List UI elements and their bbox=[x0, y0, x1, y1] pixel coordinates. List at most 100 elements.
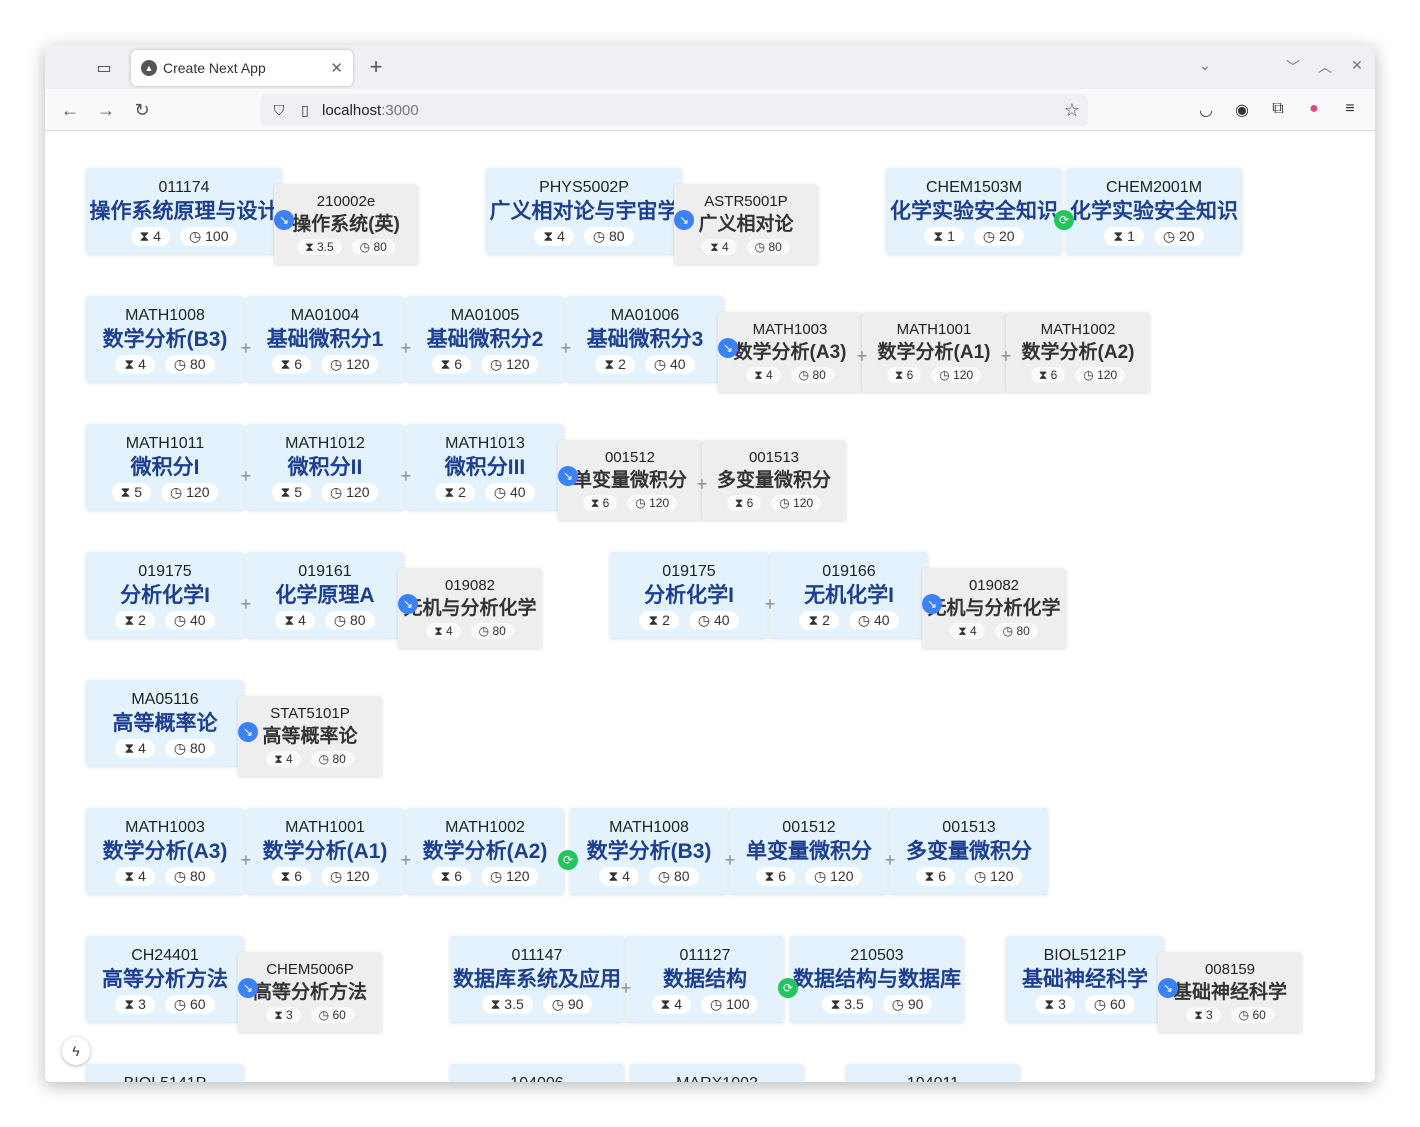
course-card[interactable]: 001513 多变量微积分 ⧗ 6 ◷ 120 bbox=[702, 440, 846, 520]
new-tab-button[interactable]: + bbox=[365, 54, 387, 79]
course-card[interactable]: MA01004 基础微积分1 ⧗ 6 ◷ 120 bbox=[246, 296, 404, 382]
course-card[interactable]: ASTR5001P 广义相对论 ⧗ 4 ◷ 80 bbox=[674, 184, 818, 264]
course-card[interactable]: MATH1011 微积分I ⧗ 5 ◷ 120 bbox=[86, 424, 244, 510]
course-code: CH24401 bbox=[131, 947, 199, 964]
course-card[interactable]: CHEM1503M 化学实验安全知识 ⧗ 1 ◷ 20 bbox=[886, 168, 1062, 254]
hours-badge: ◷ 80 bbox=[164, 355, 215, 374]
course-card[interactable]: 001512 单变量微积分 ⧗ 6 ◷ 120 bbox=[730, 808, 888, 894]
prerequisite-arrow-icon: ↘ bbox=[558, 466, 578, 486]
course-card[interactable]: MATH1013 微积分III ⧗ 2 ◷ 40 bbox=[406, 424, 564, 510]
course-code: BIOL5121P bbox=[1043, 947, 1127, 964]
color-extension-icon[interactable]: ● bbox=[1303, 100, 1325, 120]
next-dev-indicator-icon[interactable]: ϟ bbox=[62, 1037, 90, 1065]
course-name: 多变量微积分 bbox=[906, 840, 1032, 863]
course-card[interactable]: MATH1012 微积分II ⧗ 5 ◷ 120 bbox=[246, 424, 404, 510]
course-stats: ⧗ 3 ◷ 60 bbox=[1035, 995, 1135, 1014]
course-name: 基础微积分1 bbox=[266, 328, 384, 351]
course-code: 001513 bbox=[942, 819, 996, 836]
hours-badge: ◷ 40 bbox=[688, 611, 739, 630]
course-card[interactable]: MATH1002 数学分析(A2) ⧗ 6 ◷ 120 bbox=[1006, 312, 1150, 392]
course-card[interactable]: MA05116 高等概率论 ⧗ 4 ◷ 80 bbox=[86, 680, 244, 766]
page-icon[interactable]: ▯ bbox=[296, 101, 314, 119]
course-card[interactable]: 008159 基础神经科学 ⧗ 3 ◷ 60 bbox=[1158, 952, 1302, 1032]
course-card[interactable]: CH24401 高等分析方法 ⧗ 3 ◷ 60 bbox=[86, 936, 244, 1022]
course-name: 数学分析(A1) bbox=[262, 840, 388, 863]
forward-icon[interactable]: → bbox=[95, 99, 117, 121]
back-icon[interactable]: ← bbox=[59, 99, 81, 121]
tab-list-icon[interactable]: ▭ bbox=[93, 57, 115, 79]
hours-badge: ◷ 80 bbox=[470, 623, 514, 639]
course-stats: ⧗ 4 ◷ 80 bbox=[599, 867, 699, 886]
tab-active[interactable]: ▲ Create Next App ✕ bbox=[131, 50, 353, 86]
credit-badge: ⧗ 4 bbox=[950, 623, 985, 639]
course-stats: ⧗ 4 ◷ 100 bbox=[130, 227, 238, 246]
course-card[interactable]: 210002e 操作系统(英) ⧗ 3.5 ◷ 80 bbox=[274, 184, 418, 264]
course-card[interactable]: 001512 单变量微积分 ⧗ 6 ◷ 120 bbox=[558, 440, 702, 520]
course-card[interactable]: 210503 数据结构与数据库 ⧗ 3.5 ◷ 90 bbox=[790, 936, 964, 1022]
course-card[interactable]: 019166 无机化学I ⧗ 2 ◷ 40 bbox=[770, 552, 928, 638]
course-card[interactable]: MATH1003 数学分析(A3) ⧗ 4 ◷ 80 bbox=[86, 808, 244, 894]
credit-badge: ⧗ 6 bbox=[726, 495, 762, 511]
course-name: 数据库系统及应用 bbox=[453, 968, 621, 991]
course-code: 001512 bbox=[604, 449, 656, 466]
course-card[interactable]: 104006 bbox=[450, 1064, 624, 1082]
course-card[interactable]: MA01006 基础微积分3 ⧗ 2 ◷ 40 bbox=[566, 296, 724, 382]
credit-badge: ⧗ 6 bbox=[582, 495, 618, 511]
list-all-tabs-icon[interactable]: ⌄ bbox=[1197, 57, 1213, 77]
course-card[interactable]: 001513 多变量微积分 ⧗ 6 ◷ 120 bbox=[890, 808, 1048, 894]
hours-badge: ◷ 80 bbox=[790, 367, 834, 383]
hours-badge: ◷ 80 bbox=[351, 239, 395, 255]
minimize-icon[interactable]: ﹀ bbox=[1285, 57, 1301, 77]
course-card[interactable]: MATH1008 数学分析(B3) ⧗ 4 ◷ 80 bbox=[570, 808, 728, 894]
course-card[interactable]: CHEM5006P 高等分析方法 ⧗ 3 ◷ 60 bbox=[238, 952, 382, 1032]
course-code: 011147 bbox=[511, 947, 563, 964]
course-card[interactable]: MATH1003 数学分析(A3) ⧗ 4 ◷ 80 bbox=[718, 312, 862, 392]
plus-icon: + bbox=[400, 337, 412, 358]
course-card[interactable]: 019082 无机与分析化学 ⧗ 4 ◷ 80 bbox=[398, 568, 542, 648]
credit-badge: ⧗ 2 bbox=[595, 355, 635, 374]
course-card[interactable]: MA01005 基础微积分2 ⧗ 6 ◷ 120 bbox=[406, 296, 564, 382]
course-card[interactable]: 011127 数据结构 ⧗ 4 ◷ 100 bbox=[626, 936, 784, 1022]
course-card[interactable]: 019175 分析化学I ⧗ 2 ◷ 40 bbox=[610, 552, 768, 638]
equivalent-icon: ⟳ bbox=[558, 850, 578, 870]
course-card[interactable]: 019175 分析化学I ⧗ 2 ◷ 40 bbox=[86, 552, 244, 638]
reload-icon[interactable]: ↻ bbox=[131, 99, 153, 121]
course-card[interactable]: 019082 无机与分析化学 ⧗ 4 ◷ 80 bbox=[922, 568, 1066, 648]
url-text[interactable]: localhost:3000 bbox=[322, 102, 419, 119]
tab-close-icon[interactable]: ✕ bbox=[330, 59, 343, 77]
course-card[interactable]: 104011 bbox=[846, 1064, 1020, 1082]
course-card[interactable]: BIOL5121P 基础神经科学 ⧗ 3 ◷ 60 bbox=[1006, 936, 1164, 1022]
bookmark-star-icon[interactable]: ☆ bbox=[1064, 100, 1080, 121]
plus-icon: + bbox=[764, 593, 776, 614]
pocket-icon[interactable]: ◡ bbox=[1195, 100, 1217, 120]
course-name: 基础微积分2 bbox=[426, 328, 544, 351]
course-card[interactable]: BIOL5141P bbox=[86, 1064, 244, 1082]
shield-icon[interactable]: ⛉ bbox=[270, 101, 288, 119]
close-window-icon[interactable]: ✕ bbox=[1349, 57, 1365, 77]
course-stats: ⧗ 4 ◷ 80 bbox=[275, 611, 375, 630]
course-card[interactable]: MARX1002 bbox=[630, 1064, 804, 1082]
course-stats: ⧗ 2 ◷ 40 bbox=[595, 355, 695, 374]
course-code: 104006 bbox=[510, 1074, 563, 1082]
course-stats: ⧗ 6 ◷ 120 bbox=[582, 495, 678, 511]
course-name: 微积分II bbox=[287, 456, 363, 479]
course-card[interactable]: PHYS5002P 广义相对论与宇宙学 ⧗ 4 ◷ 80 bbox=[486, 168, 682, 254]
course-card[interactable]: 011174 操作系统原理与设计 ⧗ 4 ◷ 100 bbox=[86, 168, 282, 254]
prerequisite-arrow-icon: ↘ bbox=[274, 210, 294, 230]
plus-icon: + bbox=[240, 337, 252, 358]
course-card[interactable]: MATH1001 数学分析(A1) ⧗ 6 ◷ 120 bbox=[862, 312, 1006, 392]
plus-icon: + bbox=[240, 593, 252, 614]
menu-icon[interactable]: ≡ bbox=[1339, 100, 1361, 120]
account-icon[interactable]: ◉ bbox=[1231, 100, 1253, 120]
url-bar[interactable]: ⛉ ▯ localhost:3000 ☆ bbox=[260, 94, 1088, 126]
extensions-icon[interactable]: ⧉ bbox=[1267, 100, 1289, 120]
course-card[interactable]: 011147 数据库系统及应用 ⧗ 3.5 ◷ 90 bbox=[450, 936, 624, 1022]
course-card[interactable]: MATH1001 数学分析(A1) ⧗ 6 ◷ 120 bbox=[246, 808, 404, 894]
course-card[interactable]: STAT5101P 高等概率论 ⧗ 4 ◷ 80 bbox=[238, 696, 382, 776]
maximize-icon[interactable]: ︿ bbox=[1317, 57, 1333, 77]
course-code: MATH1013 bbox=[445, 435, 525, 452]
course-card[interactable]: MATH1008 数学分析(B3) ⧗ 4 ◷ 80 bbox=[86, 296, 244, 382]
course-card[interactable]: MATH1002 数学分析(A2) ⧗ 6 ◷ 120 bbox=[406, 808, 564, 894]
course-card[interactable]: 019161 化学原理A ⧗ 4 ◷ 80 bbox=[246, 552, 404, 638]
course-card[interactable]: CHEM2001M 化学实验安全知识 ⧗ 1 ◷ 20 bbox=[1066, 168, 1242, 254]
